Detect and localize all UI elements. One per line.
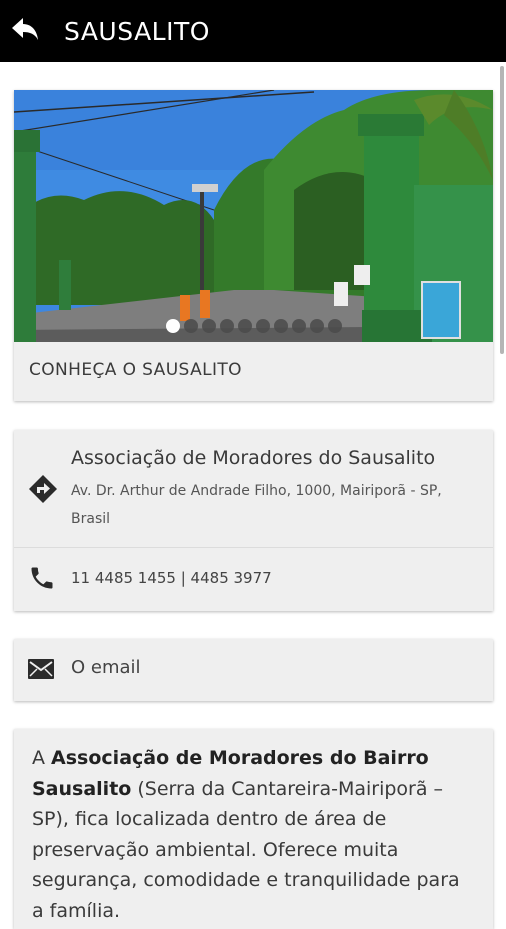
hero-caption: CONHEÇA O SAUSALITO <box>29 360 242 380</box>
carousel-dot[interactable] <box>201 319 216 333</box>
phone-number: 11 4485 1455 | 4485 3977 <box>71 569 272 587</box>
carousel-dot[interactable] <box>165 319 180 333</box>
email-card[interactable]: O email <box>14 639 493 701</box>
directions-icon <box>28 474 58 508</box>
contact-card: Associação de Moradores do Sausalito Av.… <box>14 430 493 611</box>
app-bar: SAUSALITO <box>0 0 506 62</box>
carousel-dot[interactable] <box>309 319 324 333</box>
carousel-dot[interactable] <box>183 319 198 333</box>
page-title: SAUSALITO <box>64 16 210 46</box>
about-prefix: A <box>32 747 52 769</box>
about-text: A Associação de Moradores do Bairro Saus… <box>32 743 477 926</box>
address-text: Av. Dr. Arthur de Andrade Filho, 1000, M… <box>71 483 442 527</box>
address-row[interactable]: Associação de Moradores do Sausalito Av.… <box>14 430 493 547</box>
hero-photo[interactable] <box>14 90 493 342</box>
scrollbar[interactable] <box>500 66 504 354</box>
phone-row[interactable]: 11 4485 1455 | 4485 3977 <box>14 548 493 611</box>
carousel-indicator[interactable] <box>14 319 493 333</box>
carousel-dot[interactable] <box>219 319 234 333</box>
mail-icon <box>28 659 54 683</box>
arrow-back-icon <box>10 16 40 46</box>
back-button[interactable] <box>0 0 50 62</box>
carousel-dot[interactable] <box>291 319 306 333</box>
hero-card[interactable]: CONHEÇA O SAUSALITO <box>14 90 493 401</box>
email-label: O email <box>71 657 141 678</box>
carousel-dot[interactable] <box>273 319 288 333</box>
phone-icon <box>28 564 56 596</box>
association-name: Associação de Moradores do Sausalito <box>71 447 436 469</box>
carousel-dot[interactable] <box>255 319 270 333</box>
carousel-dot[interactable] <box>237 319 252 333</box>
carousel-dot[interactable] <box>327 319 342 333</box>
about-card: A Associação de Moradores do Bairro Saus… <box>14 729 493 929</box>
